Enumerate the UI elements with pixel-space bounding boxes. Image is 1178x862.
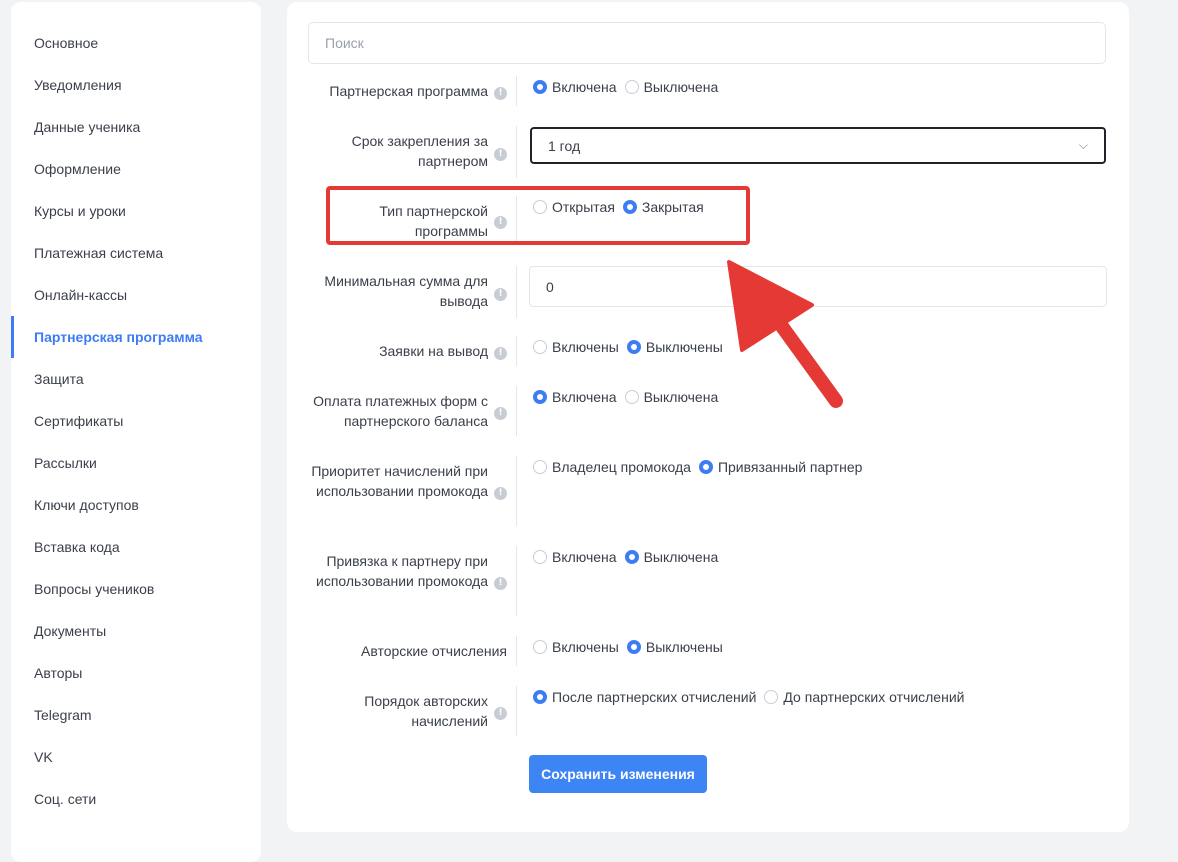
setting-label: Срок закрепления за партнером [351, 133, 488, 169]
radio-option[interactable]: Включена [533, 389, 617, 405]
info-icon[interactable]: ! [494, 407, 507, 420]
radio-button[interactable] [624, 390, 639, 404]
radio-group: Включена Выключена [533, 77, 726, 97]
info-icon[interactable]: ! [494, 87, 507, 100]
radio-option[interactable]: Открытая [533, 199, 615, 215]
radio-button[interactable] [698, 460, 713, 474]
radio-group: После партнерских отчислений До партнерс… [533, 687, 972, 707]
min-withdrawal-input[interactable]: 0 [529, 266, 1107, 307]
sidebar-item-notifications[interactable]: Уведомления [11, 64, 261, 106]
radio-button[interactable] [626, 340, 641, 354]
sidebar-item-documents[interactable]: Документы [11, 610, 261, 652]
setting-label: Тип партнерской программы [379, 203, 488, 239]
setting-label: Приоритет начислений при использовании п… [311, 463, 488, 499]
setting-label: Порядок авторских начислений [364, 693, 488, 729]
radio-button[interactable] [624, 80, 639, 94]
radio-group: Владелец промокода Привязанный партнер [533, 457, 870, 477]
info-icon[interactable]: ! [494, 707, 507, 720]
radio-button[interactable] [533, 340, 547, 354]
sidebar-item-protection[interactable]: Защита [11, 358, 261, 400]
setting-row-partner-binding: Привязка к партнеру при использовании пр… [308, 546, 1106, 616]
setting-row-partner-program: Партнерская программа ! Включена Выключе… [308, 76, 1106, 106]
radio-option[interactable]: Включена [533, 549, 617, 565]
radio-button[interactable] [533, 390, 547, 404]
radio-option[interactable]: Закрытая [622, 199, 704, 215]
radio-button[interactable] [533, 690, 547, 704]
info-icon[interactable]: ! [494, 216, 507, 229]
sidebar-item-authors[interactable]: Авторы [11, 652, 261, 694]
radio-button[interactable] [624, 550, 639, 564]
setting-label: Партнерская программа [329, 83, 488, 99]
radio-button[interactable] [533, 200, 547, 214]
info-icon[interactable]: ! [494, 347, 507, 360]
sidebar-item-partner-program[interactable]: Партнерская программа [11, 316, 261, 358]
radio-option[interactable]: Владелец промокода [533, 459, 691, 475]
save-changes-button[interactable]: Сохранить изменения [529, 755, 707, 793]
setting-label: Привязка к партнеру при использовании пр… [316, 553, 488, 589]
radio-option[interactable]: Включены [533, 639, 619, 655]
sidebar-item-student-data[interactable]: Данные ученика [11, 106, 261, 148]
search-input[interactable] [308, 22, 1106, 64]
setting-row-binding-period: Срок закрепления за партнером ! 1 год ⌵ [308, 126, 1106, 178]
radio-group: Включены Выключены [533, 637, 731, 657]
setting-row-accrual-priority: Приоритет начислений при использовании п… [308, 456, 1106, 526]
info-icon[interactable]: ! [494, 148, 507, 161]
info-icon[interactable]: ! [494, 487, 507, 500]
radio-button[interactable] [533, 550, 547, 564]
setting-label: Минимальная сумма для вывода [324, 273, 488, 309]
sidebar-item-student-questions[interactable]: Вопросы учеников [11, 568, 261, 610]
sidebar-item-code-insert[interactable]: Вставка кода [11, 526, 261, 568]
sidebar-item-vk[interactable]: VK [11, 736, 261, 778]
chevron-down-icon: ⌵ [1078, 138, 1088, 152]
sidebar-item-design[interactable]: Оформление [11, 148, 261, 190]
radio-button[interactable] [533, 640, 547, 654]
binding-period-select[interactable]: 1 год ⌵ [530, 127, 1106, 164]
setting-label: Оплата платежных форм с партнерского бал… [313, 393, 488, 429]
sidebar-item-certificates[interactable]: Сертификаты [11, 400, 261, 442]
radio-button[interactable] [533, 80, 547, 94]
setting-row-min-withdrawal: Минимальная сумма для вывода ! 0 [308, 266, 1107, 318]
sidebar-menu: Основное Уведомления Данные ученика Офор… [11, 22, 261, 820]
radio-option[interactable]: Выключена [624, 389, 718, 405]
setting-row-program-type: Тип партнерской программы ! Открытая Зак… [308, 196, 1106, 244]
radio-option[interactable]: Выключена [624, 79, 718, 95]
radio-group: Включена Выключена [533, 387, 726, 407]
radio-option[interactable]: После партнерских отчислений [533, 689, 756, 705]
setting-label: Авторские отчисления [360, 643, 507, 659]
radio-option[interactable]: Выключены [626, 639, 723, 655]
radio-option[interactable]: Привязанный партнер [698, 459, 862, 475]
radio-option[interactable]: Включена [533, 79, 617, 95]
radio-group: Открытая Закрытая [533, 197, 712, 217]
info-icon[interactable]: ! [494, 288, 507, 301]
radio-option[interactable]: Выключена [624, 549, 718, 565]
info-icon[interactable]: ! [494, 577, 507, 590]
input-value: 0 [546, 278, 554, 295]
radio-option[interactable]: Включены [533, 339, 619, 355]
sidebar-item-mailings[interactable]: Рассылки [11, 442, 261, 484]
radio-button[interactable] [626, 640, 641, 654]
sidebar-item-payment-system[interactable]: Платежная система [11, 232, 261, 274]
sidebar-item-main[interactable]: Основное [11, 22, 261, 64]
radio-button[interactable] [764, 690, 779, 704]
settings-panel: Партнерская программа ! Включена Выключе… [287, 2, 1129, 832]
radio-group: Включены Выключены [533, 337, 731, 357]
sidebar-item-courses[interactable]: Курсы и уроки [11, 190, 261, 232]
sidebar-item-access-keys[interactable]: Ключи доступов [11, 484, 261, 526]
setting-row-author-order: Порядок авторских начислений ! После пар… [308, 686, 1106, 736]
setting-row-withdrawal-requests: Заявки на вывод ! Включены Выключены [308, 336, 1106, 366]
radio-option[interactable]: До партнерских отчислений [764, 689, 964, 705]
radio-button[interactable] [533, 460, 547, 474]
settings-sidebar: Основное Уведомления Данные ученика Офор… [11, 2, 261, 862]
select-value: 1 год [548, 137, 581, 154]
setting-row-author-deductions: Авторские отчисления Включены Выключены [308, 636, 1106, 666]
sidebar-item-telegram[interactable]: Telegram [11, 694, 261, 736]
radio-button[interactable] [622, 200, 637, 214]
sidebar-item-online-cashboxes[interactable]: Онлайн-кассы [11, 274, 261, 316]
radio-group: Включена Выключена [533, 547, 726, 567]
sidebar-item-social[interactable]: Соц. сети [11, 778, 261, 820]
setting-label: Заявки на вывод [379, 343, 488, 359]
setting-row-pay-from-balance: Оплата платежных форм с партнерского бал… [308, 386, 1106, 436]
radio-option[interactable]: Выключены [626, 339, 723, 355]
